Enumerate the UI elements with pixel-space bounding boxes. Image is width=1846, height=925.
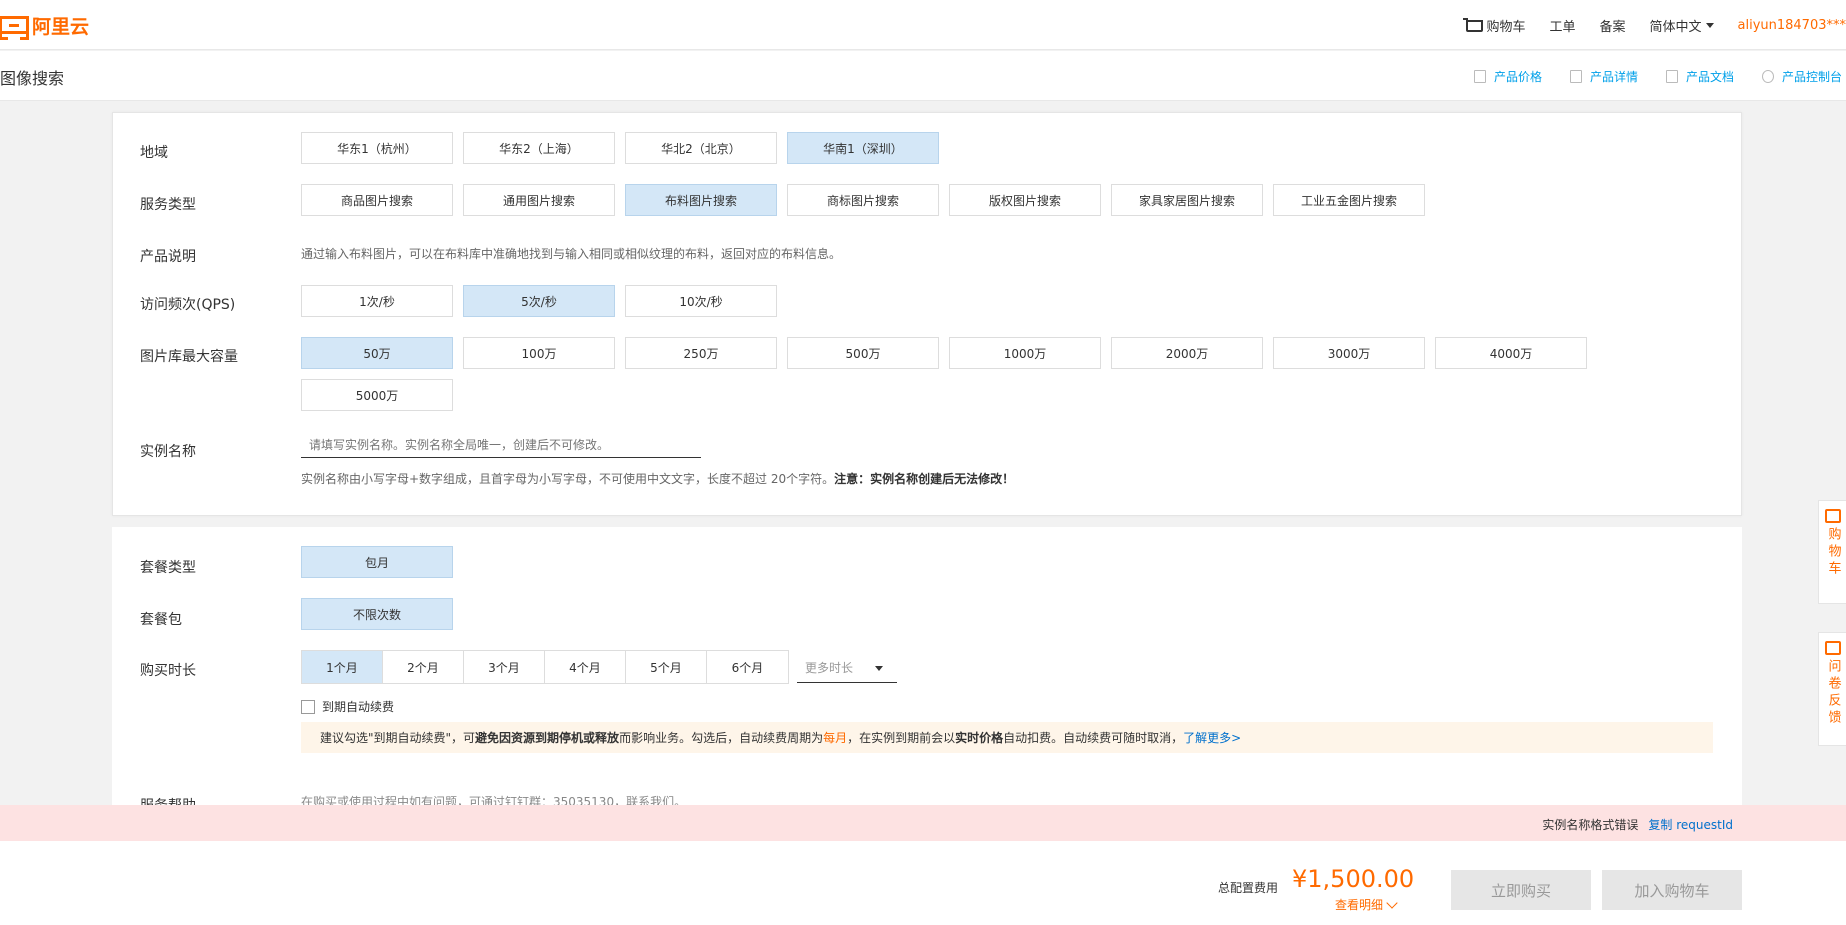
duration-group: 1个月 2个月 3个月 4个月 5个月 6个月 <box>301 650 789 684</box>
region-option-hangzhou[interactable]: 华东1（杭州） <box>301 132 453 164</box>
instance-name-hint: 实例名称由小写字母+数字组成，且首字母为小写字母，不可使用中文文字，长度不超过 … <box>301 470 1014 487</box>
docs-icon <box>1665 69 1678 83</box>
duration-1-month[interactable]: 1个月 <box>302 651 383 683</box>
tip-text-3: ，在实例到期前会以 <box>847 731 956 745</box>
capacity-option-5000w[interactable]: 5000万 <box>301 379 453 411</box>
cart-icon <box>1824 509 1841 523</box>
cart-icon <box>1463 18 1484 32</box>
plan-type-monthly[interactable]: 包月 <box>301 546 453 578</box>
more-duration-label: 更多时长 <box>805 661 854 675</box>
capacity-option-2000w[interactable]: 2000万 <box>1111 337 1263 369</box>
page-title: 图像搜索 <box>0 69 65 88</box>
region-option-shanghai[interactable]: 华东2（上海） <box>463 132 615 164</box>
cart-link[interactable]: 购物车 <box>1463 16 1525 35</box>
product-desc-label: 产品说明 <box>140 249 196 265</box>
side-cart-label: 购物车 <box>1825 527 1841 578</box>
service-option-product[interactable]: 商品图片搜索 <box>301 184 453 216</box>
tip-period: 每月 <box>823 731 848 745</box>
total-cost-label: 总配置费用 <box>1218 881 1279 895</box>
checkbox-icon[interactable] <box>301 699 315 714</box>
service-option-furniture[interactable]: 家具家居图片搜索 <box>1111 184 1263 216</box>
aliyun-logo[interactable]: 阿里云 <box>0 12 90 40</box>
total-price: ¥1,500.00 <box>1292 865 1415 893</box>
buy-now-button[interactable]: 立即购买 <box>1451 870 1591 910</box>
product-console-link[interactable]: 产品控制台 <box>1761 68 1842 85</box>
edit-icon <box>1824 641 1841 655</box>
product-price-link[interactable]: 产品价格 <box>1473 68 1542 85</box>
product-docs-link[interactable]: 产品文档 <box>1665 68 1734 85</box>
qps-option-10[interactable]: 10次/秒 <box>625 285 777 317</box>
error-message: 实例名称格式错误 <box>1542 818 1639 832</box>
product-detail-link[interactable]: 产品详情 <box>1569 68 1638 85</box>
add-to-cart-button[interactable]: 加入购物车 <box>1602 870 1742 910</box>
duration-2-month[interactable]: 2个月 <box>383 651 464 683</box>
side-feedback-button[interactable]: 问卷反馈 <box>1818 632 1846 746</box>
region-option-shenzhen[interactable]: 华南1（深圳） <box>787 132 939 164</box>
service-option-trademark[interactable]: 商标图片搜索 <box>787 184 939 216</box>
service-option-hardware[interactable]: 工业五金图片搜索 <box>1273 184 1425 216</box>
capacity-option-3000w[interactable]: 3000万 <box>1273 337 1425 369</box>
instance-name-hint-text: 实例名称由小写字母+数字组成，且首字母为小写字母，不可使用中文文字，长度不超过 … <box>301 472 835 486</box>
tip-text-4: 自动扣费。自动续费可随时取消， <box>1003 731 1184 745</box>
order-footer: 总配置费用 ¥1,500.00 查看明细 立即购买 加入购物车 <box>0 841 1846 925</box>
service-type-label: 服务类型 <box>140 197 196 213</box>
tip-bold-1: 避免因资源到期停机或释放 <box>475 731 620 745</box>
service-option-general[interactable]: 通用图片搜索 <box>463 184 615 216</box>
qps-option-1[interactable]: 1次/秒 <box>301 285 453 317</box>
document-icon <box>1473 69 1486 83</box>
auto-renew-checkbox[interactable]: 到期自动续费 <box>301 698 394 715</box>
top-nav: 阿里云 购物车 工单 备案 简体中文 aliyun184703*** <box>0 0 1846 50</box>
auto-renew-tip: 建议勾选"到期自动续费"，可 避免因资源到期停机或释放 而影响业务。勾选后，自动续费… <box>301 722 1713 753</box>
auto-renew-label: 到期自动续费 <box>322 700 395 714</box>
copy-request-id-link[interactable]: 复制 requestId <box>1648 818 1733 832</box>
tip-bold-2: 实时价格 <box>955 731 1004 745</box>
chevron-down-icon <box>875 666 883 671</box>
qps-option-5[interactable]: 5次/秒 <box>463 285 615 317</box>
side-cart-button[interactable]: 购物车 <box>1818 500 1846 604</box>
instance-name-hint-warning: 注意：实例名称创建后无法修改！ <box>834 472 1015 486</box>
plan-pack-unlimited[interactable]: 不限次数 <box>301 598 453 630</box>
region-label: 地域 <box>140 145 168 161</box>
duration-label: 购买时长 <box>140 663 196 679</box>
product-desc-text: 通过输入布料图片，可以在布料库中准确地找到与输入相同或相似纹理的布料，返回对应的… <box>301 247 842 261</box>
logo-text: 阿里云 <box>32 15 90 38</box>
view-detail-label: 查看明细 <box>1335 898 1384 912</box>
tip-text-2: 而影响业务。勾选后，自动续费周期为 <box>619 731 824 745</box>
capacity-label: 图片库最大容量 <box>140 349 238 365</box>
side-feedback-label: 问卷反馈 <box>1825 659 1841 727</box>
chevron-down-icon <box>1705 22 1714 28</box>
gear-icon <box>1761 69 1774 83</box>
user-account[interactable]: aliyun184703*** <box>1738 18 1846 33</box>
capacity-option-1000w[interactable]: 1000万 <box>949 337 1101 369</box>
qps-label: 访问频次(QPS) <box>140 297 236 313</box>
product-header: 图像搜索 产品价格 产品详情 产品文档 产品控制台 <box>0 51 1846 101</box>
capacity-option-4000w[interactable]: 4000万 <box>1435 337 1587 369</box>
service-option-copyright[interactable]: 版权图片搜索 <box>949 184 1101 216</box>
filing-link[interactable]: 备案 <box>1599 16 1625 35</box>
duration-5-month[interactable]: 5个月 <box>626 651 707 683</box>
instance-name-label: 实例名称 <box>140 444 196 460</box>
duration-4-month[interactable]: 4个月 <box>545 651 626 683</box>
list-icon <box>1569 69 1582 83</box>
more-duration-select[interactable]: 更多时长 <box>797 653 897 683</box>
service-option-fabric[interactable]: 布料图片搜索 <box>625 184 777 216</box>
ticket-link[interactable]: 工单 <box>1549 16 1575 35</box>
language-selector[interactable]: 简体中文 <box>1649 16 1714 35</box>
tip-text-1: 建议勾选"到期自动续费"，可 <box>320 731 476 745</box>
error-bar: 实例名称格式错误 复制 requestId <box>0 805 1846 841</box>
capacity-option-50w[interactable]: 50万 <box>301 337 453 369</box>
view-detail-link[interactable]: 查看明细 <box>1335 896 1398 913</box>
plan-type-label: 套餐类型 <box>140 560 196 576</box>
learn-more-link[interactable]: 了解更多> <box>1183 729 1241 746</box>
duration-3-month[interactable]: 3个月 <box>464 651 545 683</box>
capacity-option-250w[interactable]: 250万 <box>625 337 777 369</box>
capacity-option-500w[interactable]: 500万 <box>787 337 939 369</box>
region-option-beijing[interactable]: 华北2（北京） <box>625 132 777 164</box>
plan-pack-label: 套餐包 <box>140 612 182 628</box>
instance-name-input[interactable] <box>301 432 701 458</box>
chevron-down-icon <box>1386 896 1398 909</box>
duration-6-month[interactable]: 6个月 <box>707 651 788 683</box>
logo-icon <box>0 16 29 40</box>
capacity-option-100w[interactable]: 100万 <box>463 337 615 369</box>
